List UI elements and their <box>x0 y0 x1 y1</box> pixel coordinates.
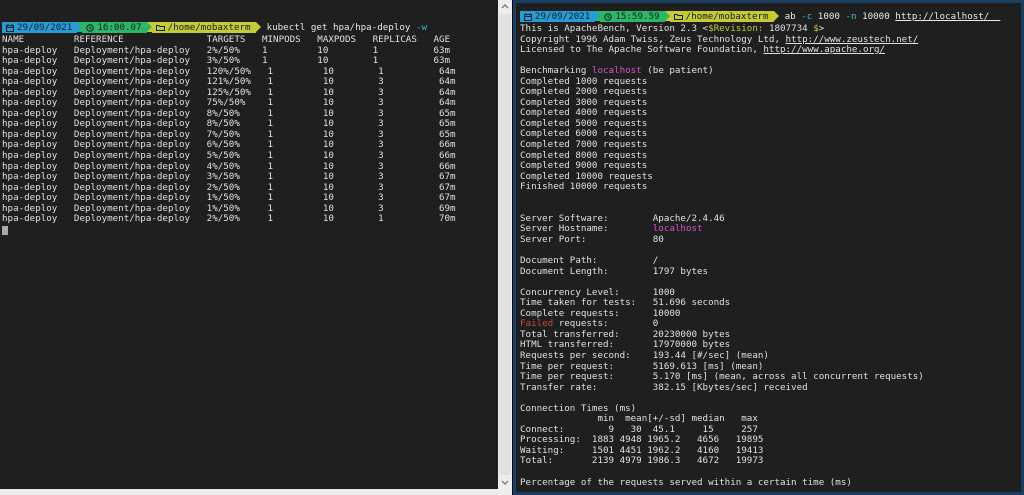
left-terminal-scrollbar[interactable] <box>498 0 512 489</box>
ab-command: ab -c 1000 -n 10000 http://localhost/ <box>779 11 1001 22</box>
percentage-header-line: Percentage of the requests served within… <box>520 476 852 488</box>
benchmark-hostname: localhost <box>591 65 642 77</box>
command-text: ab <box>784 11 802 22</box>
prompt-time-segment: 15:59.59 <box>600 11 665 22</box>
scrollbar-thumb[interactable] <box>499 14 511 475</box>
prompt-path-segment: /home/mobaxterm <box>669 11 774 22</box>
command-value-n: 10000 <box>856 11 896 22</box>
chevron-down-icon <box>501 480 509 485</box>
left-terminal-bottom-bar[interactable] <box>0 489 512 495</box>
document-block: Document Path: / Document Length: 1797 b… <box>520 255 709 277</box>
stats-block-2: Total transferred: 20230000 bytes HTML t… <box>520 328 924 393</box>
folder-icon <box>673 13 683 20</box>
scrollbar-down-button[interactable] <box>498 476 512 489</box>
desktop: 29/09/2021 16:00.07 /home/mobaxterm kube… <box>0 0 1024 495</box>
chevron-up-icon <box>501 4 509 9</box>
failed-value: requests: 0 <box>553 318 659 330</box>
server-hostname-label: Server Hostname: <box>520 223 653 235</box>
zeustech-link[interactable]: http://www.zeustech.net/ <box>786 34 919 45</box>
kubectl-terminal-content: 29/09/2021 16:00.07 /home/mobaxterm kube… <box>0 0 512 235</box>
prompt-date-segment: 29/09/2021 <box>2 22 78 33</box>
calendar-icon <box>6 23 14 32</box>
revision-close: > <box>818 23 825 34</box>
command-flag-w: -w <box>415 22 428 33</box>
folder-icon <box>155 24 165 31</box>
copyright-text: Copyright 1996 Adam Twiss, Zeus Technolo… <box>520 33 786 45</box>
cursor-line <box>2 225 496 236</box>
revision-value: 1807734 <box>763 23 814 34</box>
version-text: This is ApacheBench, Version 2.3 < <box>520 23 709 34</box>
command-flag-n: -n <box>845 11 857 22</box>
stats-block-1: Concurrency Level: 1000 Time taken for t… <box>520 286 731 319</box>
ab-prompt-line: 29/09/2021 15:59.59 /home/mobaxterm ab -… <box>520 11 1019 22</box>
completed-requests-block: Completed 1000 requests Completed 2000 r… <box>520 75 653 193</box>
prompt-time-segment: 16:00.07 <box>82 22 147 33</box>
prompt-path: /home/mobaxterm <box>167 22 251 33</box>
connection-times-block: Connection Times (ms) min mean[+/-sd] me… <box>520 402 764 467</box>
calendar-icon <box>524 12 532 21</box>
terminal-cursor <box>2 225 8 235</box>
revision-label: $Revision: <box>708 23 764 34</box>
benchmarking-text: Benchmarking <box>520 65 592 77</box>
prompt-path: /home/mobaxterm <box>685 11 769 22</box>
prompt-date: 29/09/2021 <box>17 22 73 33</box>
failed-label: Failed <box>520 318 554 330</box>
terminal-window-apachebench[interactable]: 29/09/2021 15:59.59 /home/mobaxterm ab -… <box>513 0 1024 495</box>
prompt-time: 16:00.07 <box>97 22 142 33</box>
command-text: kubectl get hpa/hpa-deploy <box>266 22 416 33</box>
prompt-date-segment: 29/09/2021 <box>520 11 596 22</box>
command-value-c: 1000 <box>812 11 846 22</box>
licensed-text: Licensed to The Apache Software Foundati… <box>520 44 764 56</box>
kubectl-command: kubectl get hpa/hpa-deploy -w <box>261 22 427 33</box>
apache-link[interactable]: http://www.apache.org/ <box>763 44 885 55</box>
apachebench-terminal-content: 29/09/2021 15:59.59 /home/mobaxterm ab -… <box>516 3 1021 488</box>
prompt-date: 29/09/2021 <box>535 11 591 22</box>
clock-icon <box>604 12 613 21</box>
hpa-watch-table: NAME REFERENCE TARGETS MINPODS MAXPODS R… <box>2 34 456 225</box>
command-url: http://localhost/ <box>895 11 1001 22</box>
prompt-time: 15:59.59 <box>615 11 660 22</box>
prompt-path-segment: /home/mobaxterm <box>151 22 256 33</box>
ab-licensed-line: Licensed to The Apache Software Foundati… <box>520 44 1019 56</box>
scrollbar-up-button[interactable] <box>498 0 512 13</box>
kubectl-prompt-line: 29/09/2021 16:00.07 /home/mobaxterm kube… <box>2 22 496 33</box>
clock-icon <box>86 23 95 32</box>
terminal-window-kubectl[interactable]: 29/09/2021 16:00.07 /home/mobaxterm kube… <box>0 0 512 495</box>
command-flag-c: -c <box>801 11 813 22</box>
server-hostname-value: localhost <box>652 223 703 235</box>
server-port-line: Server Port: 80 <box>520 233 664 245</box>
benchmarking-suffix: (be patient) <box>641 65 714 77</box>
